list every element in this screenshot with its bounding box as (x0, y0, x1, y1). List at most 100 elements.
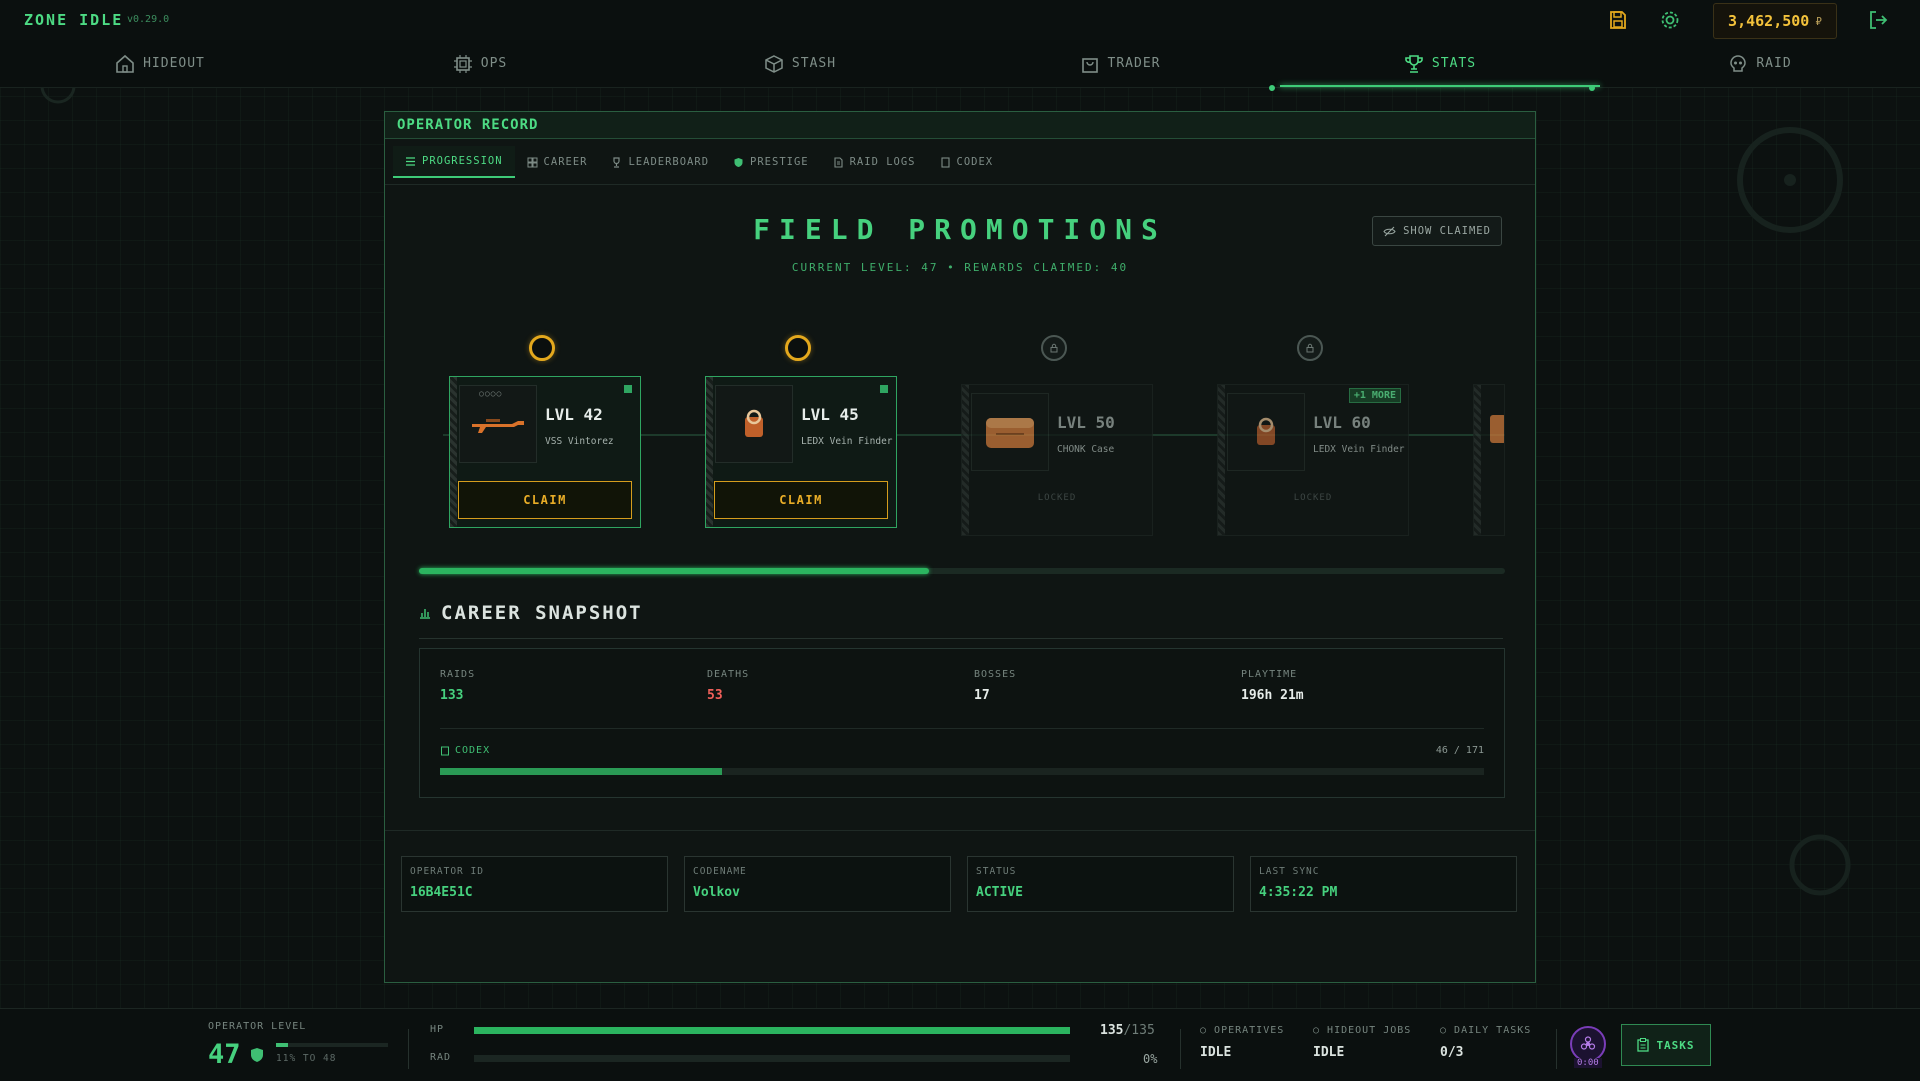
daily-tasks-label-text: DAILY TASKS (1454, 1025, 1532, 1036)
rarity-pips: ○○○○ (479, 389, 503, 398)
hp-value: 135/135 (1100, 1023, 1155, 1038)
gear-icon[interactable] (1658, 8, 1682, 32)
reward-card-partial (1473, 384, 1505, 536)
lock-icon (1306, 343, 1314, 353)
hideout-jobs-label-text: HIDEOUT JOBS (1327, 1025, 1412, 1036)
info-label: LAST SYNC (1259, 866, 1320, 877)
reward-level: LVL 50 (1057, 413, 1115, 432)
bar-chart-icon (420, 609, 430, 619)
info-label: CODENAME (693, 866, 747, 877)
career-snapshot-header: CAREER SNAPSHOT (419, 602, 643, 624)
tab-career[interactable]: CAREER (515, 146, 600, 178)
claim-button[interactable]: CLAIM (458, 481, 632, 519)
show-claimed-label: SHOW CLAIMED (1403, 225, 1491, 237)
info-last-sync: LAST SYNC 4:35:22 PM (1250, 856, 1517, 912)
reward-node-claimable (529, 335, 555, 361)
level-progress-text: 11% TO 48 (276, 1053, 337, 1064)
shield-icon (251, 1048, 263, 1062)
codex-label: CODEX (440, 745, 490, 756)
operator-level-value: 47 (208, 1039, 241, 1070)
nav-label: STASH (791, 56, 837, 71)
tab-progression[interactable]: PROGRESSION (393, 146, 515, 178)
card-stripe (1218, 385, 1225, 535)
nav-label: OPS (480, 56, 508, 71)
info-label: STATUS (976, 866, 1017, 877)
stat-bosses: BOSSES 17 (974, 669, 1016, 703)
tab-codex[interactable]: CODEX (928, 146, 1006, 178)
divider (408, 1029, 409, 1069)
nav-hideout[interactable]: HIDEOUT (0, 40, 320, 87)
save-icon[interactable] (1606, 8, 1630, 32)
home-icon (116, 54, 134, 73)
skull-icon (1730, 54, 1747, 72)
divider (419, 638, 1503, 639)
locked-label: LOCKED (1037, 493, 1077, 503)
eye-off-icon (1383, 226, 1396, 236)
nav-ops[interactable]: OPS (320, 40, 640, 87)
status-indicator (880, 385, 888, 393)
reward-item-name: VSS Vintorez (545, 436, 614, 447)
daily-tasks-label: ○ DAILY TASKS (1440, 1025, 1532, 1036)
stat-label: BOSSES (974, 669, 1017, 680)
logout-icon[interactable] (1866, 8, 1890, 32)
case-icon (1490, 415, 1504, 443)
nav-stash[interactable]: STASH (640, 40, 960, 87)
operatives-value: IDLE (1200, 1045, 1232, 1060)
hideout-jobs-label: ○ HIDEOUT JOBS (1313, 1025, 1412, 1036)
nav-label: TRADER (1107, 56, 1161, 71)
reward-level: LVL 60 (1313, 413, 1371, 432)
background-decor-right (1730, 120, 1850, 240)
biohazard-icon[interactable] (1570, 1026, 1606, 1062)
tab-leaderboard[interactable]: LEADERBOARD (599, 146, 721, 178)
nav-raid[interactable]: RAID (1600, 40, 1920, 87)
nav-trader[interactable]: TRADER (960, 40, 1280, 87)
more-rewards-badge: +1 MORE (1348, 388, 1401, 403)
card-stripe (706, 377, 713, 527)
stat-value: 53 (707, 688, 723, 703)
operator-level-label: OPERATOR LEVEL (208, 1021, 307, 1032)
case-icon (971, 393, 1049, 471)
info-label: OPERATOR ID (410, 866, 484, 877)
field-promotions-subtitle: CURRENT LEVEL: 47 • REWARDS CLAIMED: 40 (791, 261, 1129, 274)
status-bar: OPERATOR LEVEL 47 11% TO 48 HP 135/135 R… (0, 1008, 1920, 1081)
stat-label: PLAYTIME (1241, 669, 1298, 680)
trophy-icon (613, 156, 621, 168)
ledx-icon (715, 385, 793, 463)
reward-level: LVL 45 (801, 405, 859, 424)
divider (385, 830, 1535, 831)
show-claimed-button[interactable]: SHOW CLAIMED (1372, 216, 1502, 246)
codex-progress-fill (440, 768, 722, 775)
hp-bar (474, 1027, 1070, 1034)
document-icon (834, 156, 843, 168)
nav-label: HIDEOUT (143, 56, 205, 71)
tab-label: PRESTIGE (750, 156, 809, 168)
tab-prestige[interactable]: PRESTIGE (721, 146, 821, 178)
tab-raid-logs[interactable]: RAID LOGS (821, 146, 928, 178)
clipboard-icon (1637, 1038, 1650, 1052)
hp-label: HP (430, 1024, 445, 1035)
tasks-label: TASKS (1656, 1038, 1695, 1052)
reward-card: ○○○○ LVL 42 VSS Vintorez CLAIM (449, 376, 641, 528)
divider (440, 728, 1484, 729)
currency-symbol: ₽ (1815, 14, 1822, 28)
tasks-button[interactable]: TASKS (1621, 1024, 1711, 1066)
top-bar: ZONE IDLE v0.29.0 3,462,500 ₽ (0, 0, 1920, 41)
stat-deaths: DEATHS 53 (707, 669, 749, 703)
info-operator-id: OPERATOR ID 16B4E51C (401, 856, 668, 912)
reward-node-claimable (785, 335, 811, 361)
rad-label: RAD (430, 1052, 452, 1063)
nav-stats[interactable]: STATS (1280, 40, 1600, 87)
claim-button[interactable]: CLAIM (714, 481, 888, 519)
background-decor-left (30, 62, 250, 262)
stat-label: DEATHS (707, 669, 750, 680)
locked-label: LOCKED (1293, 493, 1333, 503)
promotion-progress-fill (419, 568, 930, 574)
hideout-jobs-value: IDLE (1313, 1045, 1345, 1060)
panel-title: OPERATOR RECORD (397, 117, 539, 133)
reward-card: LVL 45 LEDX Vein Finder CLAIM (705, 376, 897, 528)
operatives-label-text: OPERATIVES (1214, 1025, 1285, 1036)
codex-count: 46 / 171 (1435, 745, 1484, 756)
hp-max: /135 (1123, 1023, 1155, 1038)
book-icon (940, 156, 950, 168)
operatives-label: ○ OPERATIVES (1200, 1025, 1285, 1036)
